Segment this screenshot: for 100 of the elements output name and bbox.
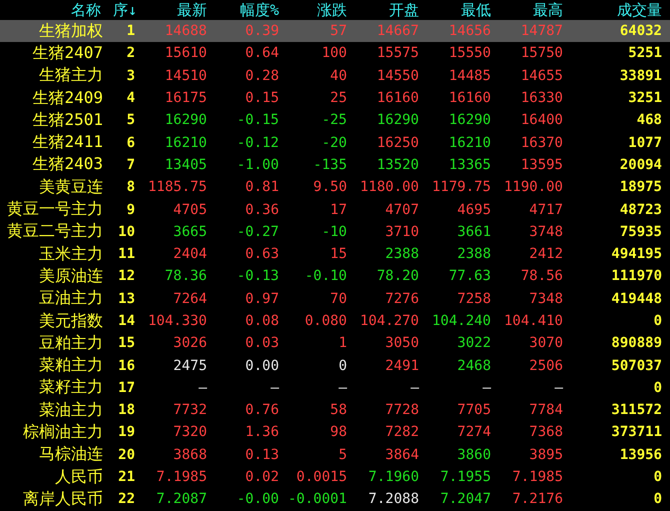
quote-value: — [554,380,564,396]
volume-value: 33891 [618,68,663,84]
instrument-name: 豆粕主力 [38,332,103,354]
quote-value: 3748 [528,224,564,240]
row-number: 2 [126,45,136,62]
quote-value: 7.2047 [439,491,492,508]
column-header[interactable]: 开盘 [349,0,421,20]
instrument-name: 生猪2407 [31,42,103,64]
quote-row[interactable]: 人民币 21 7.1985 0.02 0.0015 7.1960 7.1955 7.1985 0 [0,466,670,488]
quote-value: 14667 [376,23,420,40]
quote-value: 104.410 [502,313,564,329]
quote-row[interactable]: 生猪主力 3 14510 0.28 40 14550 14485 14655 33891 [0,64,670,87]
volume-value: 890889 [610,335,663,352]
quote-row[interactable]: 马棕油连 20 3868 0.13 5 3864 3860 3895 13956 [0,444,670,466]
quote-value: 0 [338,358,348,374]
quote-row[interactable]: 生猪2411 6 16210 -0.12 -20 16250 16210 16370 1077 [0,131,670,154]
quote-value: — [270,380,280,396]
column-header[interactable]: 最新 [139,0,209,20]
instrument-name: 菜粕主力 [38,355,103,376]
quote-value: 0.39 [244,23,280,40]
quote-value: 0.0015 [295,469,348,486]
quote-value: 16290 [448,112,492,128]
column-header[interactable]: 最低 [421,0,493,20]
row-number: 11 [117,246,136,262]
quote-value: 7320 [172,424,208,440]
quote-value: 1185.75 [146,179,208,196]
quote-row[interactable]: 黄豆一号主力 9 4705 0.36 17 4707 4695 4717 48723 [0,198,670,221]
column-header[interactable]: 名称 [0,0,103,20]
quote-row[interactable]: 美元指数 14 104.330 0.08 0.080 104.270 104.240 104.410 0 [0,310,670,332]
quote-row[interactable]: 菜油主力 18 7732 0.76 58 7728 7705 7784 311572 [0,399,670,422]
quote-value: 1179.75 [430,179,492,196]
quote-value: 13520 [376,156,420,173]
instrument-name: 美元指数 [38,310,103,332]
column-header[interactable]: 序↓ [103,0,139,20]
column-header[interactable]: 最高 [493,0,565,20]
row-number: 7 [126,156,136,173]
quote-value: 7368 [528,424,564,440]
quote-value: 7.1985 [511,469,564,486]
volume-value: 3251 [627,90,663,106]
quote-row[interactable]: 美黄豆连 8 1185.75 0.81 9.50 1180.00 1179.75 1190.00 18975 [0,176,670,198]
quote-value: -0.0001 [286,491,348,508]
quote-row[interactable]: 生猪2403 7 13405 -1.00 -135 13520 13365 13595 20094 [0,154,670,176]
quote-value: 7276 [384,290,420,307]
quote-value: 0.97 [244,290,280,307]
volume-value: 0 [652,313,663,329]
quote-value: 16210 [164,134,208,151]
volume-value: 5251 [627,45,663,62]
row-number: 22 [117,491,136,508]
volume-value: 373711 [610,424,663,440]
quote-row[interactable]: 菜粕主力 16 2475 0.00 0 2491 2468 2506 507037 [0,354,670,377]
quote-row[interactable]: 棕榈油主力 19 7320 1.36 98 7282 7274 7368 373711 [0,421,670,444]
row-number: 13 [117,290,136,307]
quote-row[interactable]: 豆油主力 13 7264 0.97 70 7276 7258 7348 419448 [0,288,670,310]
quote-value: 7348 [528,290,564,307]
column-header[interactable]: 涨跌 [281,0,349,20]
quote-row[interactable]: 菜籽主力 17 — — — — — — 0 [0,376,670,400]
quote-value: -20 [320,134,348,151]
quote-value: 0.02 [244,469,280,486]
quote-row[interactable]: 生猪加权 1 14688 0.39 57 14667 14656 14787 64032 [0,20,670,42]
quote-row[interactable]: 黄豆二号主力 10 3665 -0.27 -10 3710 3661 3748 75935 [0,220,670,243]
column-header[interactable]: 成交量 [565,0,670,20]
quote-value: 2412 [528,246,564,262]
quote-value: 3050 [384,335,420,352]
quote-value: -0.00 [236,491,280,508]
quote-value: 57 [329,23,348,40]
quote-row[interactable]: 豆粕主力 15 3026 0.03 1 3050 3022 3070 890889 [0,332,670,354]
quote-value: 104.330 [146,313,208,329]
quote-value: 0.76 [244,402,280,418]
quote-value: 7728 [384,402,420,418]
quote-row[interactable]: 离岸人民币 22 7.2087 -0.00 -0.0001 7.2088 7.2047 7.2176 0 [0,488,670,511]
quote-value: -135 [312,156,348,173]
quote-value: 0.64 [244,45,280,62]
instrument-name: 生猪2501 [31,110,103,131]
quote-value: 4695 [456,202,492,218]
quote-value: -0.10 [304,268,348,284]
column-header[interactable]: 幅度% [209,0,281,20]
quote-row[interactable]: 美原油连 12 78.36 -0.13 -0.10 78.20 77.63 78.56 111970 [0,265,670,288]
quote-value: 16290 [164,112,208,128]
quote-value: -0.13 [236,268,280,284]
quote-value: 0.00 [244,358,280,374]
quote-value: -0.15 [236,112,280,128]
quote-value: 40 [329,68,348,84]
quote-value: 1190.00 [502,179,564,196]
quote-row[interactable]: 生猪2407 2 15610 0.64 100 15575 15550 15750 5251 [0,42,670,65]
volume-value: 20094 [618,156,663,173]
quote-value: 1180.00 [358,179,420,196]
volume-value: 75935 [618,224,663,240]
quote-row[interactable]: 生猪2409 4 16175 0.15 25 16160 16160 16330 3251 [0,86,670,110]
quote-row[interactable]: 生猪2501 5 16290 -0.15 -25 16290 16290 16400 468 [0,109,670,132]
volume-value: 0 [652,380,663,396]
quote-value: 78.56 [520,268,564,284]
instrument-name: 玉米主力 [38,244,103,265]
quote-value: 2491 [384,358,420,374]
quote-value: 16370 [520,134,564,151]
row-number: 12 [117,268,136,284]
quote-value: 0.81 [244,179,280,196]
quote-value: 16330 [520,90,564,106]
quote-row[interactable]: 玉米主力 11 2404 0.63 15 2388 2388 2412 494195 [0,242,670,266]
quote-value: 78.20 [376,268,420,284]
quote-value: 16175 [164,90,208,106]
